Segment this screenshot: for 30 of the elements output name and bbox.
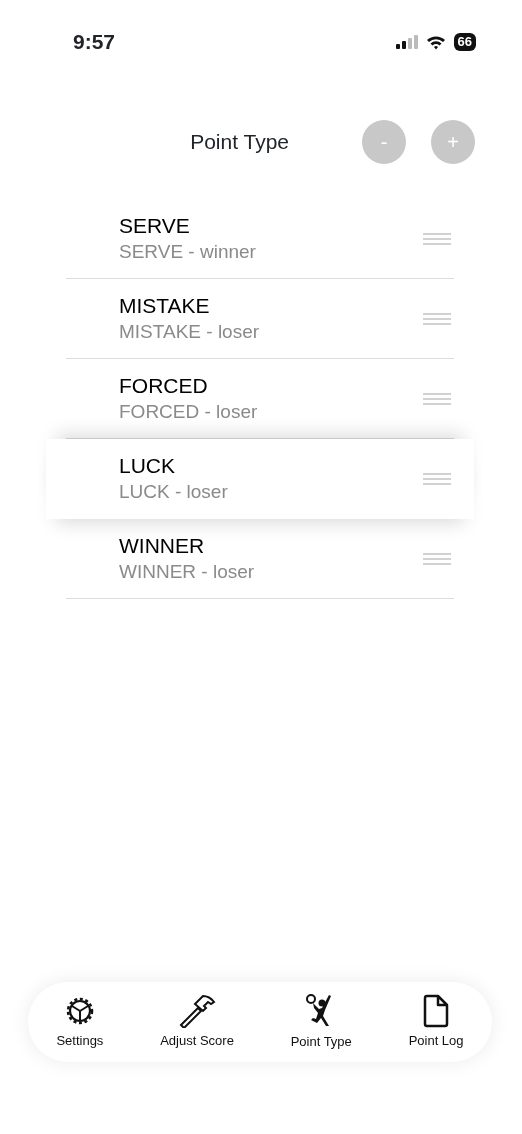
tab-button[interactable]: Point Type xyxy=(290,992,352,1052)
clock: 9:57 xyxy=(73,29,116,56)
point-type-name: MISTAKE xyxy=(119,292,211,319)
drag-handle-icon[interactable] xyxy=(423,473,451,485)
page-title: Point Type xyxy=(190,128,289,155)
list-row[interactable]: WINNER WINNER - loser xyxy=(66,519,454,599)
signal-icon xyxy=(395,35,418,49)
point-type-detail: SERVE - winner xyxy=(119,239,256,264)
wifi-icon xyxy=(425,34,446,50)
list-row[interactable]: MISTAKE MISTAKE - loser xyxy=(66,279,454,359)
point-type-detail: FORCED - loser xyxy=(119,399,258,424)
drag-handle-icon[interactable] xyxy=(423,232,451,245)
point-type-name: WINNER xyxy=(119,532,206,559)
point-type-detail: WINNER - loser xyxy=(119,559,255,584)
point-type-detail: LUCK - loser xyxy=(119,480,228,504)
tab-button[interactable]: Point Log xyxy=(408,993,464,1051)
point-type-detail: MISTAKE - loser xyxy=(119,319,260,344)
drag-handle-icon[interactable] xyxy=(423,392,451,405)
battery-level: 66 xyxy=(453,33,476,51)
tab-button[interactable]: Settings xyxy=(56,993,104,1051)
tab-button[interactable]: Adjust Score xyxy=(160,993,234,1051)
point-type-name: FORCED xyxy=(119,372,209,399)
drag-handle-icon[interactable] xyxy=(423,312,451,325)
point-type-name: LUCK xyxy=(119,453,177,479)
document-icon xyxy=(422,993,451,1028)
dragged-list-row[interactable]: LUCK LUCK - loser xyxy=(46,439,474,519)
list-row[interactable]: SERVE SERVE - winner xyxy=(66,199,454,279)
hammer-icon xyxy=(177,993,217,1028)
drag-handle-icon[interactable] xyxy=(423,552,451,565)
point-type-name: SERVE xyxy=(119,212,191,239)
